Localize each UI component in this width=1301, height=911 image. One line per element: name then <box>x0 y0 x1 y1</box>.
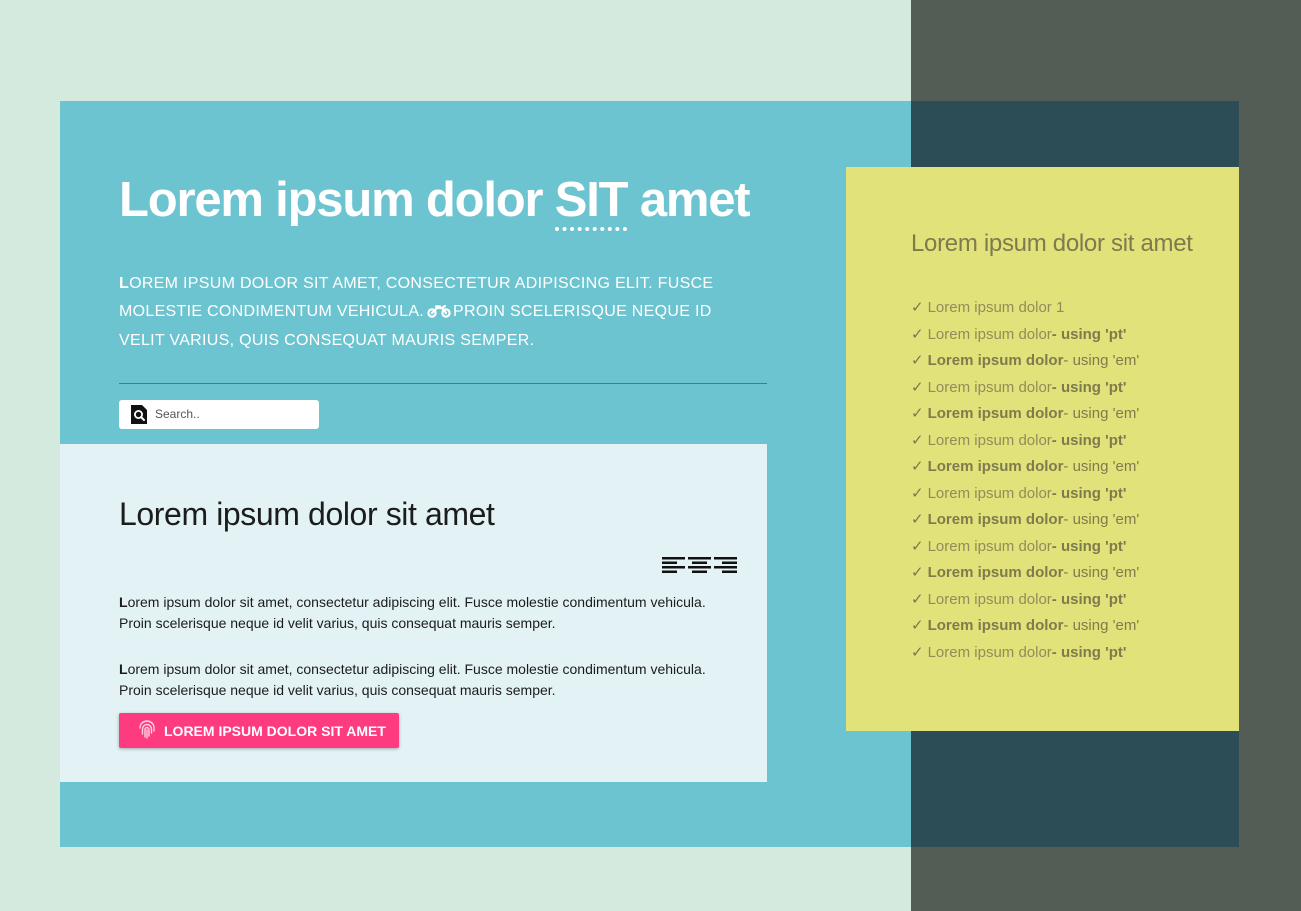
list-item: ✓ Lorem ipsum dolor- using 'em' <box>911 560 1139 587</box>
search-icon <box>131 405 147 429</box>
cta-button-label: LOREM IPSUM DOLOR SIT AMET <box>164 722 386 739</box>
sidebar-card: Lorem ipsum dolor sit amet ✓ Lorem ipsum … <box>846 167 1239 731</box>
card-title: Lorem ipsum dolor sit amet <box>119 496 495 532</box>
list-item: ✓ Lorem ipsum dolor- using 'pt' <box>911 322 1139 349</box>
hero-lead: LOREM IPSUM DOLOR SIT AMET, CONSECTETUR … <box>119 270 759 355</box>
check-icon: ✓ <box>911 617 924 634</box>
check-icon: ✓ <box>911 564 924 581</box>
sidebar-title: Lorem ipsum dolor sit amet <box>911 230 1193 257</box>
card-paragraph: Lorem ipsum dolor sit amet, consectetur … <box>119 592 719 634</box>
check-icon: ✓ <box>911 590 924 608</box>
hero-title-abbr[interactable]: SIT <box>554 173 629 231</box>
search-input[interactable] <box>155 404 310 424</box>
fingerprint-icon <box>138 719 156 742</box>
hero-lead-cap: L <box>119 275 130 292</box>
list-item: ✓ Lorem ipsum dolor- using 'pt' <box>911 428 1139 455</box>
list-item-suffix: - using 'em' <box>1063 352 1140 369</box>
list-item-suffix: - using 'pt' <box>1051 590 1127 608</box>
list-item: ✓ Lorem ipsum dolor- using 'em' <box>911 348 1139 375</box>
list-item-suffix: - using 'pt' <box>1051 484 1127 502</box>
search-box[interactable] <box>119 400 319 429</box>
sidebar-list: ✓ Lorem ipsum dolor 1 ✓ Lorem ipsum dolor-… <box>911 295 1139 666</box>
list-item: ✓ Lorem ipsum dolor- using 'pt' <box>911 481 1139 508</box>
check-icon: ✓ <box>911 405 924 422</box>
check-icon: ✓ <box>911 458 924 475</box>
list-item-text: Lorem ipsum dolor <box>927 458 1064 475</box>
list-item: ✓ Lorem ipsum dolor- using 'pt' <box>911 534 1139 561</box>
hero-title-pre: Lorem ipsum dolor <box>119 173 555 227</box>
list-item-text: Lorem ipsum dolor <box>927 484 1052 502</box>
check-icon: ✓ <box>911 537 924 555</box>
check-icon: ✓ <box>911 299 924 316</box>
align-right-icon[interactable] <box>714 557 737 578</box>
list-item-suffix: - using 'em' <box>1063 458 1140 475</box>
list-item: ✓ Lorem ipsum dolor- using 'pt' <box>911 587 1139 614</box>
list-item-suffix: - using 'pt' <box>1051 325 1127 343</box>
check-icon: ✓ <box>911 643 924 661</box>
list-item-suffix: - using 'pt' <box>1051 431 1127 449</box>
align-left-icon[interactable] <box>662 557 685 578</box>
divider-line <box>119 383 767 384</box>
list-item-text: Lorem ipsum dolor <box>927 617 1064 634</box>
check-icon: ✓ <box>911 352 924 369</box>
list-item-suffix: - using 'pt' <box>1051 537 1127 555</box>
list-item-suffix: - using 'em' <box>1063 564 1140 581</box>
list-item-text: Lorem ipsum dolor 1 <box>927 299 1065 316</box>
list-item-text: Lorem ipsum dolor <box>927 590 1052 608</box>
list-item-text: Lorem ipsum dolor <box>927 352 1064 369</box>
list-item: ✓ Lorem ipsum dolor- using 'em' <box>911 613 1139 640</box>
list-item-text: Lorem ipsum dolor <box>927 564 1064 581</box>
list-item-text: Lorem ipsum dolor <box>927 405 1064 422</box>
list-item: ✓ Lorem ipsum dolor- using 'pt' <box>911 375 1139 402</box>
list-item: ✓ Lorem ipsum dolor- using 'pt' <box>911 640 1139 667</box>
list-item: ✓ Lorem ipsum dolor- using 'em' <box>911 507 1139 534</box>
hero-title-post: amet <box>627 173 751 227</box>
content-card: Lorem ipsum dolor sit amet Lorem ipsum d… <box>60 444 767 782</box>
check-icon: ✓ <box>911 325 924 343</box>
list-item-text: Lorem ipsum dolor <box>927 431 1052 449</box>
list-item: ✓ Lorem ipsum dolor- using 'em' <box>911 401 1139 428</box>
list-item: ✓ Lorem ipsum dolor 1 <box>911 295 1139 322</box>
list-item-text: Lorem ipsum dolor <box>927 325 1052 343</box>
hero-title: Lorem ipsum dolor SIT amet <box>119 172 751 231</box>
list-item: ✓ Lorem ipsum dolor- using 'em' <box>911 454 1139 481</box>
list-item-suffix: - using 'pt' <box>1051 643 1127 661</box>
motorcycle-icon <box>427 300 451 328</box>
list-item-text: Lorem ipsum dolor <box>927 537 1052 555</box>
check-icon: ✓ <box>911 431 924 449</box>
list-item-suffix: - using 'em' <box>1063 511 1140 528</box>
paragraph-text: orem ipsum dolor sit amet, consectetur a… <box>119 661 706 698</box>
paragraph-cap: L <box>119 594 128 610</box>
paragraph-text: orem ipsum dolor sit amet, consectetur a… <box>119 594 706 631</box>
list-item-suffix: - using 'pt' <box>1051 378 1127 396</box>
cta-button[interactable]: LOREM IPSUM DOLOR SIT AMET <box>119 713 399 748</box>
text-align-toolbar <box>662 557 737 578</box>
list-item-text: Lorem ipsum dolor <box>927 378 1052 396</box>
check-icon: ✓ <box>911 378 924 396</box>
list-item-text: Lorem ipsum dolor <box>927 643 1052 661</box>
check-icon: ✓ <box>911 511 924 528</box>
check-icon: ✓ <box>911 484 924 502</box>
list-item-suffix: - using 'em' <box>1063 405 1140 422</box>
list-item-suffix: - using 'em' <box>1063 617 1140 634</box>
list-item-text: Lorem ipsum dolor <box>927 511 1064 528</box>
card-paragraph: Lorem ipsum dolor sit amet, consectetur … <box>119 659 719 701</box>
paragraph-cap: L <box>119 661 128 677</box>
align-center-icon[interactable] <box>688 557 711 578</box>
